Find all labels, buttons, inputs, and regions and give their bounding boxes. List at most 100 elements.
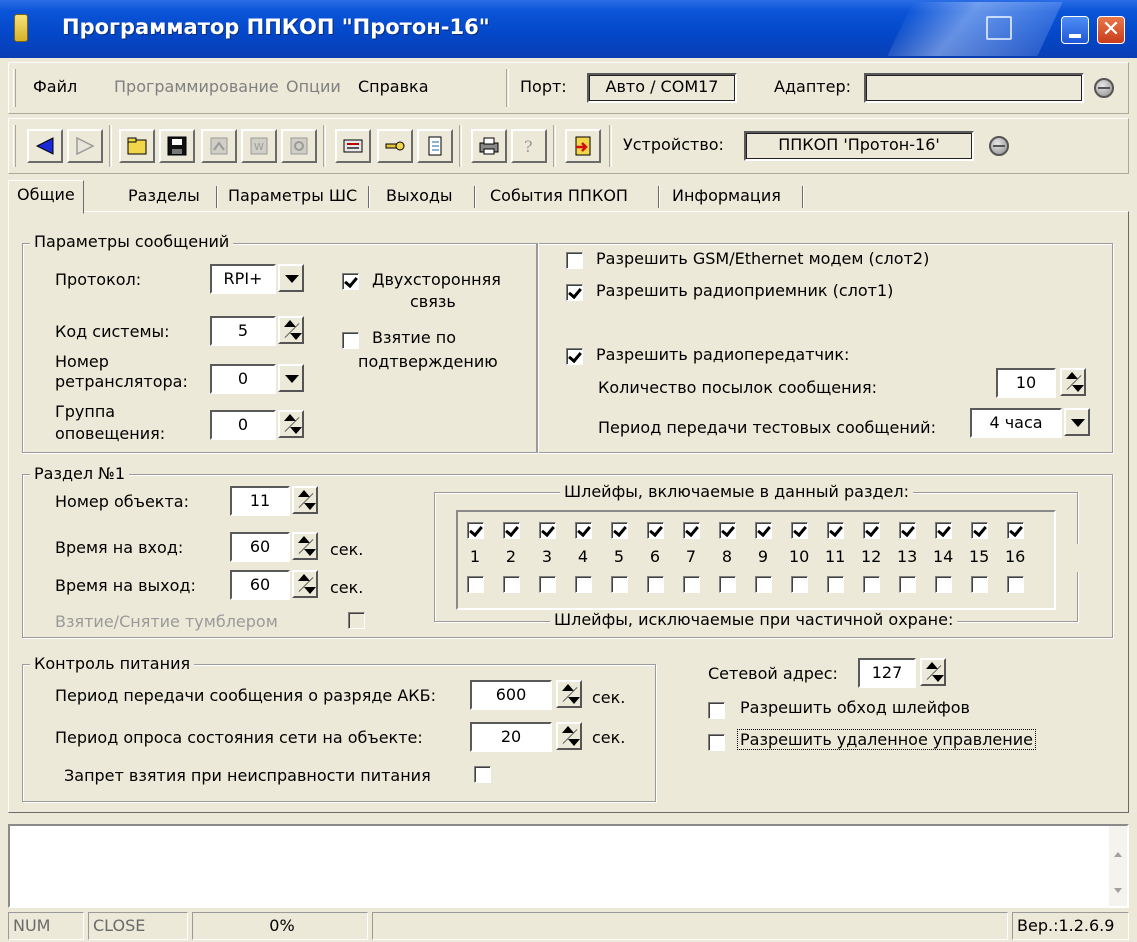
included-loop-checkbox[interactable] bbox=[503, 522, 520, 539]
excluded-loop-checkbox[interactable] bbox=[647, 576, 664, 593]
forward-button[interactable] bbox=[67, 129, 103, 163]
excluded-loop-checkbox[interactable] bbox=[719, 576, 736, 593]
excluded-loop-checkbox[interactable] bbox=[611, 576, 628, 593]
object-spinner[interactable] bbox=[292, 486, 318, 514]
system-code-input[interactable]: 5 bbox=[210, 316, 276, 346]
write-icon: W bbox=[250, 137, 268, 155]
menu-programming[interactable]: Программирование bbox=[114, 77, 279, 96]
excluded-loop-checkbox[interactable] bbox=[755, 576, 772, 593]
excluded-loop-checkbox[interactable] bbox=[683, 576, 700, 593]
arm-confirm-checkbox[interactable] bbox=[342, 332, 359, 349]
excluded-loop-checkbox[interactable] bbox=[971, 576, 988, 593]
app-icon bbox=[14, 14, 28, 42]
included-loop-checkbox[interactable] bbox=[575, 522, 592, 539]
exit-button[interactable] bbox=[565, 129, 601, 163]
keyboard-button[interactable] bbox=[335, 129, 371, 163]
battery-input[interactable]: 600 bbox=[470, 680, 552, 710]
write-button[interactable]: W bbox=[241, 129, 277, 163]
excluded-loop-checkbox[interactable] bbox=[467, 576, 484, 593]
key-button[interactable] bbox=[377, 129, 413, 163]
included-loop-checkbox[interactable] bbox=[935, 522, 952, 539]
excluded-loop-checkbox[interactable] bbox=[899, 576, 916, 593]
address-input[interactable]: 127 bbox=[858, 658, 916, 688]
help-button[interactable]: ? bbox=[511, 129, 547, 163]
excluded-loop-checkbox[interactable] bbox=[935, 576, 952, 593]
included-loop-checkbox[interactable] bbox=[755, 522, 772, 539]
excluded-loop-checkbox[interactable] bbox=[791, 576, 808, 593]
menu-help[interactable]: Справка bbox=[358, 77, 429, 96]
tab-general[interactable]: Общие bbox=[8, 180, 84, 214]
entry-spinner[interactable] bbox=[292, 532, 318, 560]
excluded-loop-checkbox[interactable] bbox=[575, 576, 592, 593]
exit-input[interactable]: 60 bbox=[230, 570, 290, 600]
mains-spinner[interactable] bbox=[556, 722, 582, 750]
device-field[interactable]: ППКОП 'Протон-16' bbox=[744, 131, 974, 161]
document-button[interactable] bbox=[417, 129, 453, 163]
excluded-loop-checkbox[interactable] bbox=[827, 576, 844, 593]
menu-options[interactable]: Опции bbox=[286, 77, 341, 96]
port-field[interactable]: Авто / COM17 bbox=[587, 73, 737, 103]
included-loop-checkbox[interactable] bbox=[863, 522, 880, 539]
address-spinner[interactable] bbox=[920, 658, 946, 686]
scroll-down-icon[interactable] bbox=[1114, 888, 1122, 893]
tab-loop-params[interactable]: Параметры ШС bbox=[220, 182, 365, 212]
included-loop-checkbox[interactable] bbox=[899, 522, 916, 539]
test-period-select[interactable]: 4 часа bbox=[970, 408, 1062, 438]
included-loop-checkbox[interactable] bbox=[1007, 522, 1024, 539]
remote-checkbox[interactable] bbox=[708, 734, 725, 751]
test-period-dropdown-button[interactable] bbox=[1064, 408, 1090, 436]
log-area[interactable] bbox=[8, 824, 1129, 908]
close-button[interactable]: ✕ bbox=[1097, 16, 1125, 44]
included-loop-checkbox[interactable] bbox=[719, 522, 736, 539]
radio-tx-checkbox[interactable] bbox=[566, 348, 583, 365]
print-button[interactable] bbox=[471, 129, 507, 163]
entry-input[interactable]: 60 bbox=[230, 532, 290, 562]
read-button[interactable] bbox=[201, 129, 237, 163]
packets-input[interactable]: 10 bbox=[996, 368, 1056, 398]
included-loop-checkbox[interactable] bbox=[647, 522, 664, 539]
protocol-select[interactable]: RPI+ bbox=[210, 264, 276, 294]
tab-info[interactable]: Информация bbox=[664, 182, 789, 212]
excluded-loop-checkbox[interactable] bbox=[539, 576, 556, 593]
tab-events[interactable]: События ППКОП bbox=[482, 182, 636, 212]
save-button[interactable] bbox=[159, 129, 195, 163]
back-button[interactable] bbox=[27, 129, 63, 163]
included-loop-checkbox[interactable] bbox=[971, 522, 988, 539]
packets-spinner[interactable] bbox=[1060, 368, 1086, 396]
toggle-checkbox[interactable] bbox=[348, 612, 365, 629]
excluded-loop-checkbox[interactable] bbox=[503, 576, 520, 593]
included-loop-checkbox[interactable] bbox=[611, 522, 628, 539]
radio-rx-checkbox[interactable] bbox=[566, 284, 583, 301]
log-scrollbar[interactable] bbox=[1109, 826, 1127, 906]
tab-sections[interactable]: Разделы bbox=[120, 182, 208, 212]
mains-input[interactable]: 20 bbox=[470, 722, 552, 752]
system-code-spinner[interactable] bbox=[278, 316, 304, 344]
included-loop-checkbox[interactable] bbox=[539, 522, 556, 539]
minimize-button[interactable] bbox=[1061, 16, 1089, 44]
included-loop-checkbox[interactable] bbox=[827, 522, 844, 539]
verify-button[interactable] bbox=[281, 129, 317, 163]
scroll-up-icon[interactable] bbox=[1114, 852, 1122, 857]
included-loop-checkbox[interactable] bbox=[467, 522, 484, 539]
included-loop-checkbox[interactable] bbox=[791, 522, 808, 539]
object-input[interactable]: 11 bbox=[230, 486, 290, 516]
group-input[interactable]: 0 bbox=[210, 410, 276, 440]
bypass-checkbox[interactable] bbox=[708, 702, 725, 719]
open-button[interactable] bbox=[119, 129, 155, 163]
excluded-loop-checkbox[interactable] bbox=[1007, 576, 1024, 593]
menu-file[interactable]: Файл bbox=[33, 77, 77, 96]
exit-spinner[interactable] bbox=[292, 570, 318, 598]
included-loop-checkbox[interactable] bbox=[683, 522, 700, 539]
protocol-dropdown-button[interactable] bbox=[278, 264, 304, 292]
adapter-field[interactable] bbox=[864, 73, 1084, 103]
repeater-dropdown-button[interactable] bbox=[278, 364, 304, 392]
block-checkbox[interactable] bbox=[474, 766, 491, 783]
repeater-select[interactable]: 0 bbox=[210, 364, 276, 394]
excluded-loop-checkbox[interactable] bbox=[863, 576, 880, 593]
battery-spinner[interactable] bbox=[556, 680, 582, 708]
two-way-checkbox[interactable] bbox=[342, 273, 359, 290]
title-bar[interactable]: Программатор ППКОП "Протон-16" ✕ bbox=[0, 0, 1137, 58]
group-spinner[interactable] bbox=[278, 410, 304, 438]
tab-outputs[interactable]: Выходы bbox=[378, 182, 461, 212]
gsm-checkbox[interactable] bbox=[566, 252, 583, 269]
